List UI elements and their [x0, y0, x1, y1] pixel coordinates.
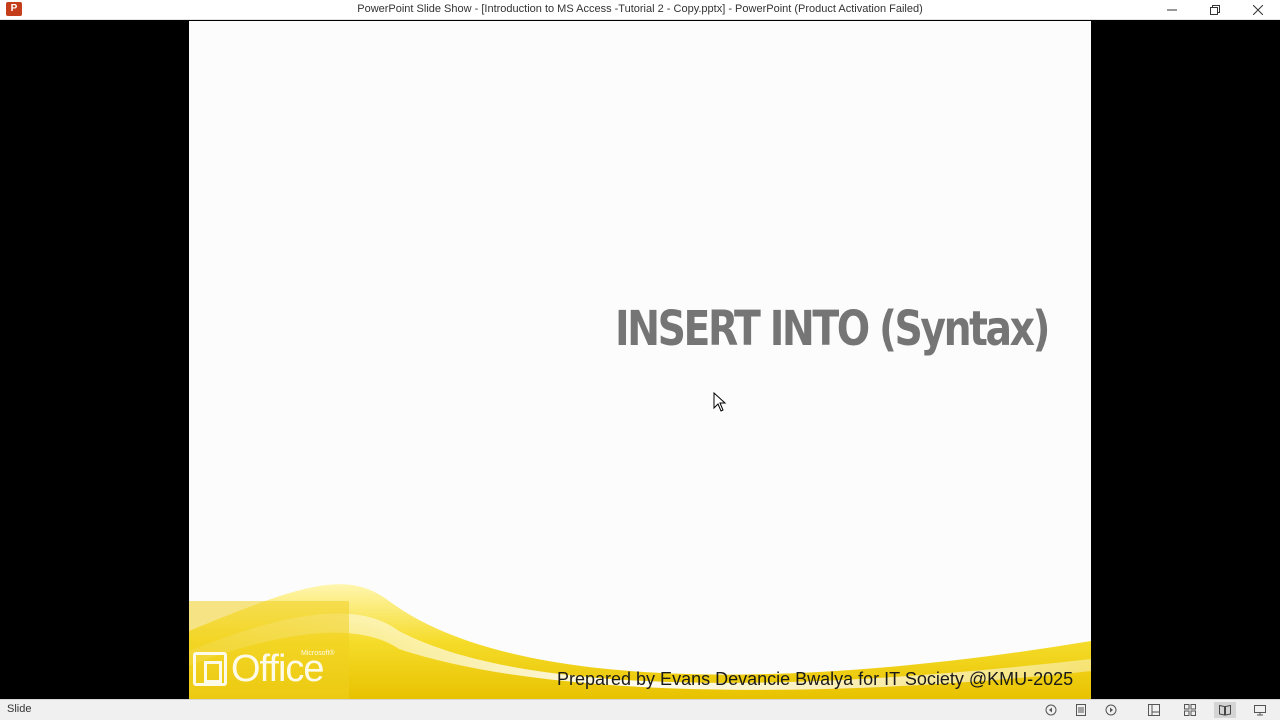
title-bar: P PowerPoint Slide Show - [Introduction …	[0, 0, 1280, 20]
next-slide-button[interactable]	[1102, 702, 1120, 718]
close-button[interactable]	[1237, 0, 1279, 20]
reading-view-button[interactable]	[1214, 702, 1236, 718]
restore-icon	[1210, 5, 1220, 15]
minimize-button[interactable]	[1151, 0, 1193, 20]
notes-button[interactable]	[1072, 702, 1090, 718]
mouse-cursor-icon	[713, 392, 727, 412]
slide-title: INSERT INTO (Syntax)	[615, 301, 1051, 357]
office-logo: Office Microsoft®	[193, 648, 335, 691]
restore-button[interactable]	[1194, 0, 1236, 20]
status-slide-label: Slide	[7, 703, 32, 715]
window-title: PowerPoint Slide Show - [Introduction to…	[357, 3, 923, 15]
reading-view-icon	[1219, 704, 1231, 716]
previous-slide-button[interactable]	[1042, 702, 1060, 718]
slide-sorter-button[interactable]	[1181, 702, 1199, 718]
previous-icon	[1045, 704, 1057, 716]
slide-show-stage[interactable]: Office Microsoft® INSERT INTO (Syntax) P…	[0, 21, 1280, 699]
close-icon	[1253, 5, 1263, 15]
slide-show-button[interactable]	[1251, 702, 1269, 718]
normal-view-icon	[1148, 704, 1160, 716]
normal-view-button[interactable]	[1145, 702, 1163, 718]
status-bar: Slide	[0, 699, 1280, 720]
slide[interactable]: Office Microsoft® INSERT INTO (Syntax) P…	[189, 21, 1091, 699]
office-logo-icon	[193, 652, 227, 686]
notes-icon	[1076, 704, 1086, 716]
slide-show-icon	[1254, 705, 1266, 716]
next-icon	[1105, 704, 1117, 716]
slide-footer-credit: Prepared by Evans Devancie Bwalya for IT…	[557, 669, 1074, 689]
minimize-icon	[1167, 9, 1177, 11]
slide-sorter-icon	[1184, 704, 1196, 716]
